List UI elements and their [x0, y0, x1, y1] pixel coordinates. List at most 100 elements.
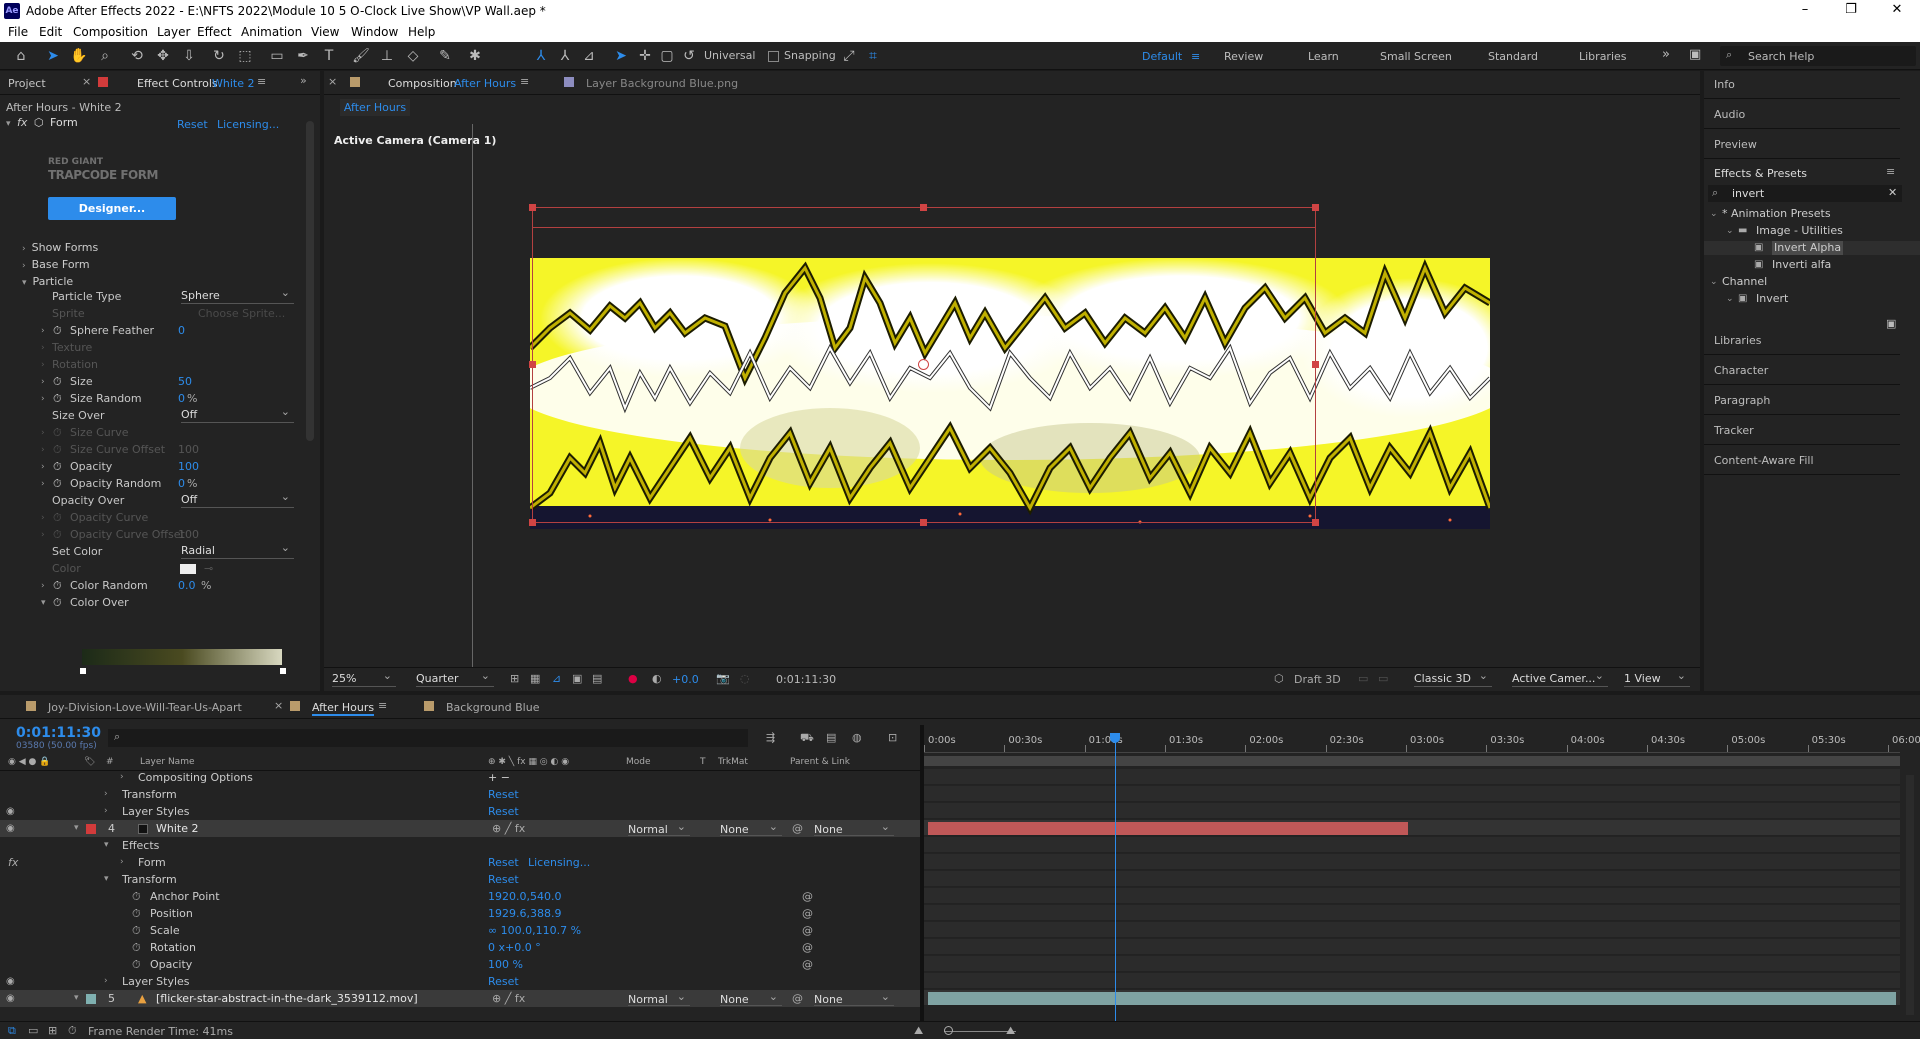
- close-timeline-tab-icon[interactable]: ×: [274, 699, 283, 712]
- zoom-out-icon[interactable]: ⛰: [914, 1024, 923, 1038]
- guides-icon[interactable]: ▣: [572, 672, 582, 685]
- handle-top-left[interactable]: [529, 204, 536, 211]
- property-value[interactable]: 1920.0,540.0: [488, 888, 561, 905]
- sync-settings-icon[interactable]: ▣: [1689, 47, 1701, 62]
- layer-duration-bar[interactable]: [928, 822, 1408, 835]
- layer-name[interactable]: White 2: [156, 820, 198, 837]
- handle-bottom-left[interactable]: [529, 519, 536, 526]
- expression-pickwhip-icon[interactable]: @: [802, 922, 813, 939]
- tab-effect-controls[interactable]: Effect Controls: [137, 77, 218, 90]
- stopwatch-icon[interactable]: ⏱: [53, 511, 62, 525]
- property-value[interactable]: 0.0: [178, 579, 196, 593]
- rotate-gizmo-icon[interactable]: ↺: [680, 47, 698, 65]
- renderer-dropdown[interactable]: Classic 3D: [1414, 669, 1492, 687]
- region-of-interest-icon[interactable]: ⊞: [510, 672, 519, 685]
- right-panel-item[interactable]: Audio: [1704, 101, 1900, 129]
- expand-arrow-icon[interactable]: ›: [120, 769, 124, 786]
- color-swatch[interactable]: [180, 564, 196, 574]
- expand-arrow-icon[interactable]: ▾: [22, 278, 27, 288]
- expression-pickwhip-icon[interactable]: @: [802, 939, 813, 956]
- 3d-ground-plane-icon[interactable]: ▭: [1378, 672, 1388, 685]
- panel-menu-icon[interactable]: ≡: [257, 75, 266, 88]
- eye-icon[interactable]: ◉: [6, 973, 15, 990]
- graph-editor-icon[interactable]: ⊡: [888, 731, 897, 744]
- work-area-bar[interactable]: [924, 756, 1900, 766]
- tree-row[interactable]: ⌄ * Animation Presets: [1704, 207, 1920, 221]
- stopwatch-icon[interactable]: ⏱: [53, 375, 62, 389]
- designer-button[interactable]: Designer...: [48, 197, 176, 220]
- brush-tool-icon[interactable]: 🖌: [352, 47, 370, 65]
- axis-view-icon[interactable]: ⊿: [580, 47, 598, 65]
- axis-local-icon[interactable]: ⅄: [532, 47, 550, 65]
- camera-view-dropdown[interactable]: Active Camer...: [1512, 669, 1608, 687]
- timeline-tab-2[interactable]: After Hours: [312, 701, 375, 716]
- tree-row[interactable]: ⌄ ▣ Invert: [1704, 292, 1920, 306]
- tree-row[interactable]: ⌄ ▬ Image - Utilities: [1704, 224, 1920, 238]
- maximize-button[interactable]: ❐: [1828, 0, 1874, 22]
- expand-arrow-icon[interactable]: ›: [41, 392, 45, 406]
- stopwatch-icon[interactable]: ⏱: [53, 528, 62, 542]
- timeline-zoom-knob[interactable]: [944, 1026, 953, 1035]
- right-panel-item[interactable]: Content-Aware Fill: [1704, 447, 1900, 475]
- expand-arrow-icon[interactable]: ›: [41, 579, 45, 593]
- expand-arrow-icon[interactable]: ›: [120, 854, 124, 871]
- effect-reset-link[interactable]: Reset: [177, 118, 208, 131]
- comp-current-time[interactable]: 0:01:11:30: [776, 673, 836, 686]
- property-row[interactable]: ⏱ Opacity 100 % @: [0, 956, 920, 973]
- anchor-point-icon[interactable]: [918, 359, 929, 370]
- dolly-tool-icon[interactable]: ⇩: [180, 47, 198, 65]
- tab-composition-name[interactable]: After Hours: [454, 77, 516, 90]
- expand-arrow-icon[interactable]: ▾: [41, 596, 46, 610]
- stopwatch-icon[interactable]: ⏱: [132, 939, 141, 956]
- stopwatch-icon[interactable]: ⏱: [132, 888, 141, 905]
- handle-top-middle[interactable]: [920, 204, 927, 211]
- color-channels-icon[interactable]: ●: [628, 672, 638, 685]
- expand-arrow-icon[interactable]: ▾: [74, 990, 79, 1007]
- eye-icon[interactable]: ◉: [6, 990, 15, 1007]
- handle-middle-right[interactable]: [1312, 361, 1319, 368]
- color-management-icon[interactable]: ◐: [652, 672, 662, 685]
- gradient-stop-right[interactable]: [280, 668, 286, 674]
- pan-tool-icon[interactable]: ✥: [154, 47, 172, 65]
- expression-pickwhip-icon[interactable]: @: [802, 888, 813, 905]
- property-value[interactable]: + −: [488, 769, 510, 786]
- layer-duration-bar[interactable]: [928, 992, 1896, 1005]
- layer-name-header[interactable]: Layer Name: [140, 757, 195, 767]
- snapping-checkbox[interactable]: [768, 51, 779, 62]
- menu-layer[interactable]: Layer: [157, 25, 190, 39]
- menu-window[interactable]: Window: [351, 25, 398, 39]
- right-panel-item[interactable]: Libraries: [1704, 327, 1900, 355]
- draft-3d-timeline-icon[interactable]: ⛟: [800, 731, 814, 746]
- expand-arrow-icon[interactable]: ›: [41, 477, 45, 491]
- property-value[interactable]: Reset: [488, 973, 519, 990]
- property-value[interactable]: Reset: [488, 786, 519, 803]
- orbit-tool-icon[interactable]: ⟲: [128, 47, 146, 65]
- eyedropper-icon[interactable]: ⊸: [204, 562, 213, 576]
- handle-middle-left[interactable]: [529, 361, 536, 368]
- close-tab-icon[interactable]: ×: [82, 75, 91, 88]
- close-comp-tab-icon[interactable]: ×: [328, 75, 337, 88]
- property-dropdown[interactable]: Radial: [181, 541, 294, 559]
- layer-name[interactable]: [flicker-star-abstract-in-the-dark_35391…: [156, 990, 418, 1007]
- timeline-scrollbar[interactable]: [1906, 775, 1914, 1015]
- workspace-review[interactable]: Review: [1224, 50, 1263, 63]
- in-out-icon[interactable]: ⊞: [48, 1024, 57, 1037]
- property-row[interactable]: ▾ Transform Reset: [0, 871, 920, 888]
- right-panel-item[interactable]: Info: [1704, 71, 1900, 99]
- tab-effect-controls-layer[interactable]: White 2: [212, 77, 254, 90]
- expand-arrow-icon[interactable]: ›: [104, 973, 108, 990]
- layer-label-swatch[interactable]: [86, 994, 96, 1004]
- workspace-menu-icon[interactable]: ≡: [1191, 50, 1200, 63]
- property-value[interactable]: 50: [178, 375, 192, 389]
- menu-composition[interactable]: Composition: [73, 25, 148, 39]
- zoom-in-icon[interactable]: ⛰: [1006, 1024, 1015, 1038]
- trkmat-dropdown[interactable]: None: [720, 988, 782, 1006]
- property-dropdown[interactable]: Sphere: [181, 286, 294, 304]
- property-value[interactable]: 0: [178, 392, 185, 406]
- property-row[interactable]: › Compositing Options + −: [0, 769, 920, 786]
- collapse-arrow-icon[interactable]: ▾: [6, 119, 11, 129]
- property-value[interactable]: 100 %: [488, 956, 523, 973]
- left-scrollbar[interactable]: [306, 121, 314, 441]
- search-help-field[interactable]: ⌕ Search Help: [1720, 46, 1916, 66]
- expand-arrow-icon[interactable]: ›: [41, 528, 45, 542]
